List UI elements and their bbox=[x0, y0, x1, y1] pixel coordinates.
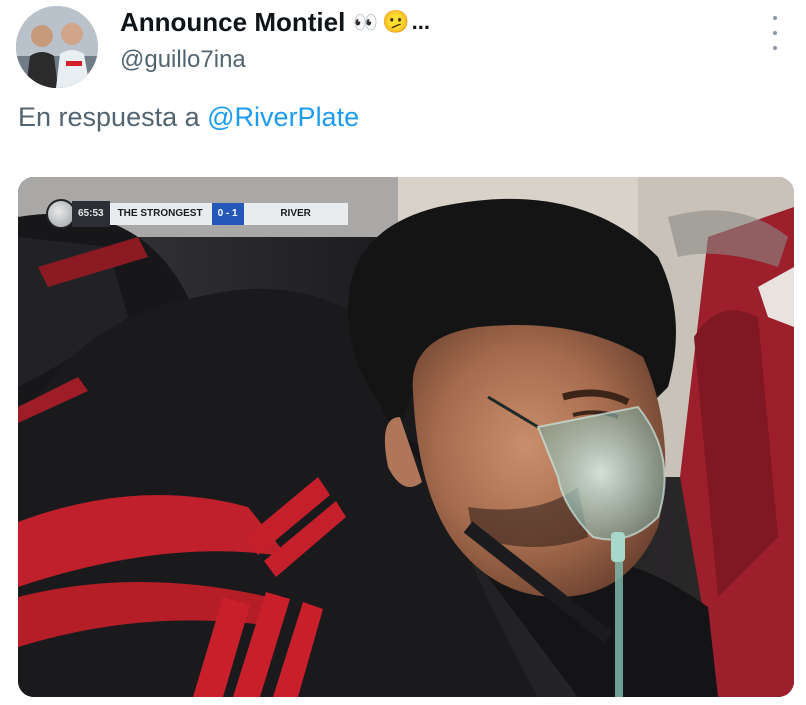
dot bbox=[773, 46, 777, 50]
reply-prefix: En respuesta a bbox=[18, 102, 200, 132]
match-score: 0 - 1 bbox=[211, 203, 244, 225]
more-options-icon[interactable] bbox=[768, 16, 782, 50]
tweet-media-image[interactable]: 65:53 THE STRONGEST 0 - 1 RIVER bbox=[18, 177, 794, 697]
tweet-header: Announce Montiel 👀 🫤 ... @guillo7ina bbox=[120, 6, 430, 74]
reply-mention-link[interactable]: @RiverPlate bbox=[207, 102, 359, 132]
media-photo bbox=[18, 177, 794, 697]
reply-context: En respuesta a @RiverPlate bbox=[18, 102, 359, 133]
dot bbox=[773, 31, 777, 35]
name-ellipsis: ... bbox=[411, 9, 430, 34]
home-team-label: THE STRONGEST bbox=[109, 203, 212, 225]
dot bbox=[773, 16, 777, 20]
scorebug: 65:53 THE STRONGEST 0 - 1 RIVER bbox=[46, 199, 348, 229]
away-team-label: RIVER bbox=[243, 203, 348, 225]
avatar[interactable] bbox=[16, 6, 98, 88]
eyes-emoji-icon: 👀 bbox=[353, 11, 379, 34]
diagonal-mouth-face-emoji-icon: 🫤 bbox=[382, 9, 410, 34]
user-handle[interactable]: @guillo7ina bbox=[120, 46, 430, 74]
tweet: Announce Montiel 👀 🫤 ... @guillo7ina En … bbox=[0, 0, 806, 705]
match-clock: 65:53 bbox=[72, 201, 110, 227]
name-row: Announce Montiel 👀 🫤 ... bbox=[120, 6, 430, 38]
avatar-image bbox=[16, 6, 98, 88]
display-name[interactable]: Announce Montiel bbox=[120, 7, 345, 38]
